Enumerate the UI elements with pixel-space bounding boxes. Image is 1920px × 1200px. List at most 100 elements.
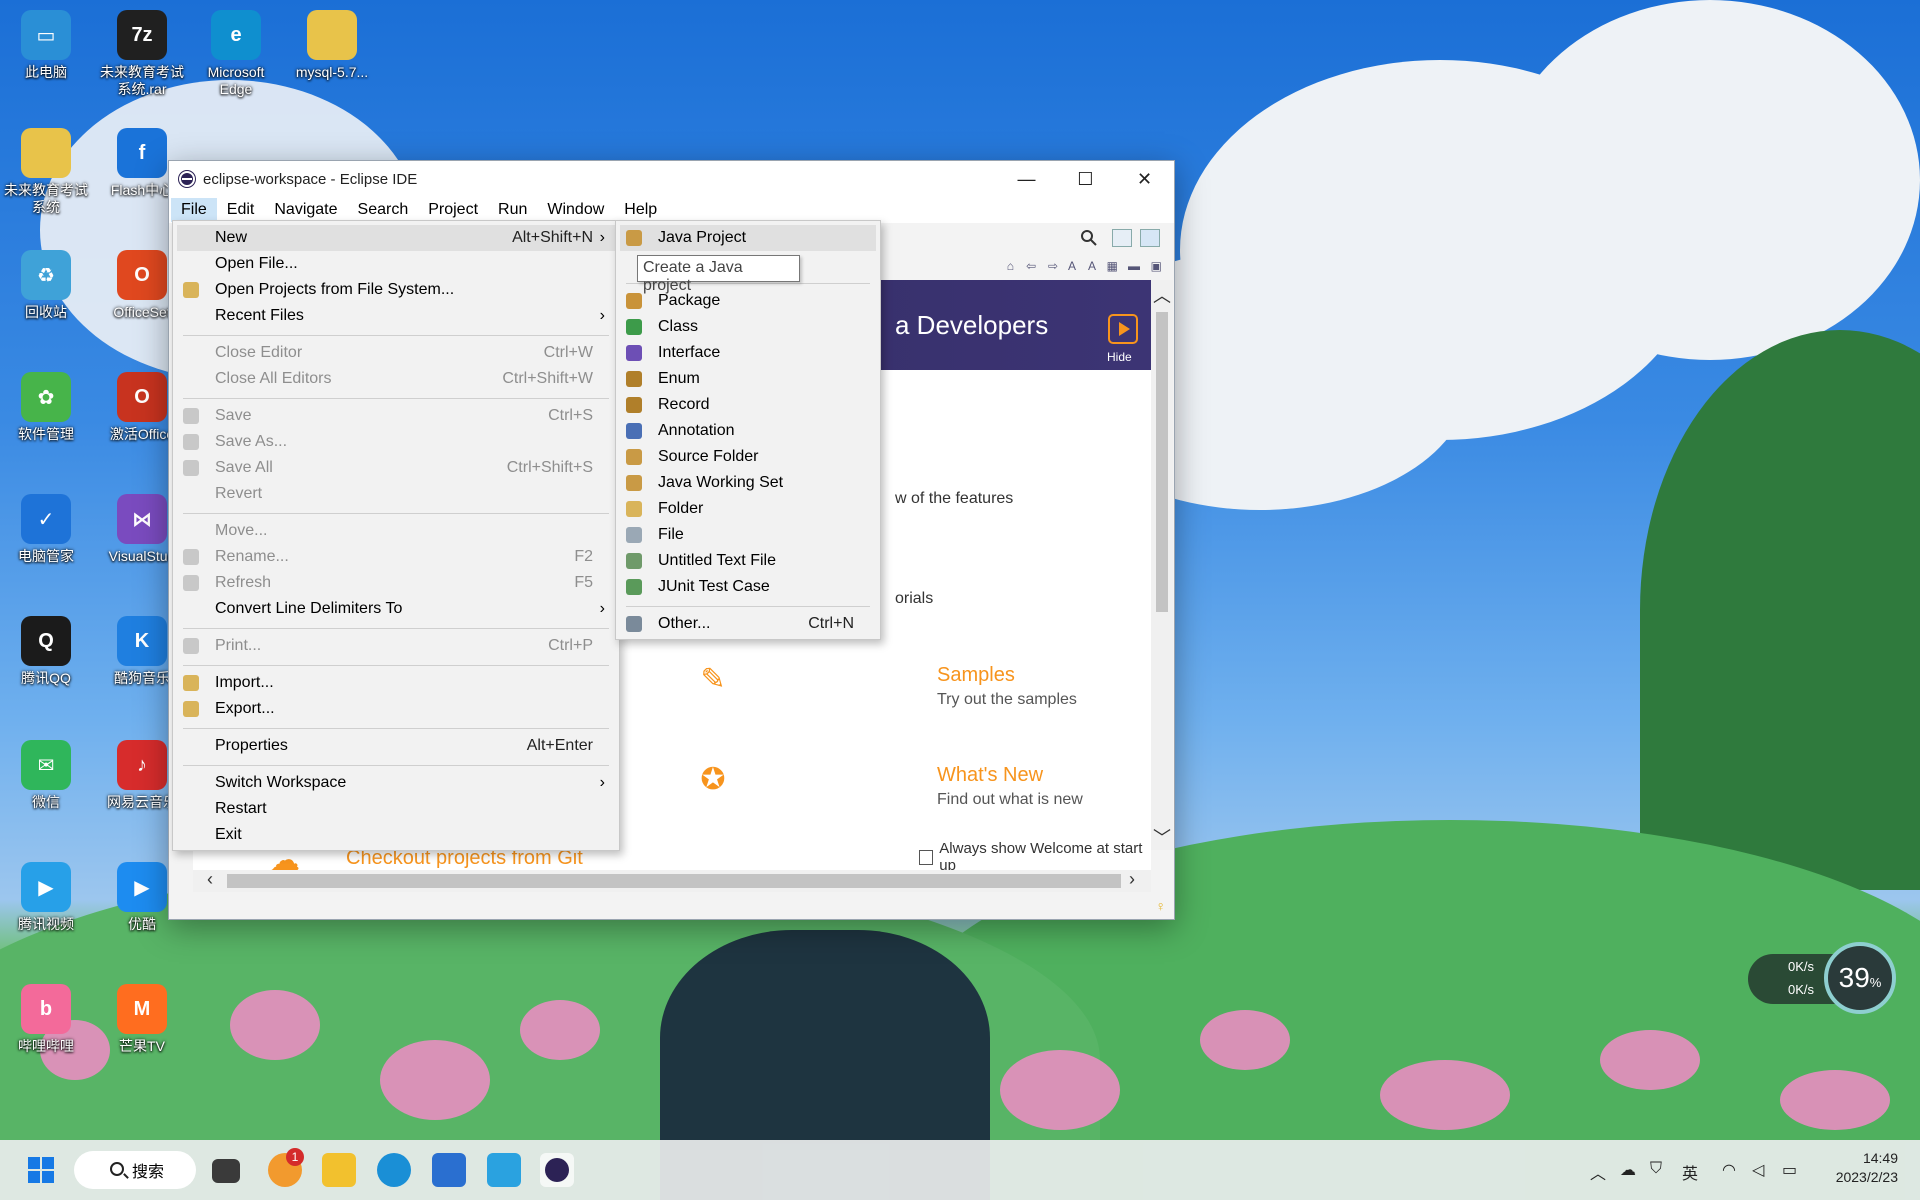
search-icon[interactable] (1080, 229, 1098, 247)
menu-item-other[interactable]: Other... Ctrl+N (620, 611, 876, 637)
scroll-down-icon[interactable]: ﹀ (1153, 824, 1171, 850)
scroll-left-icon[interactable]: ‹ (207, 869, 213, 890)
cloud-icon[interactable]: ☁ (1620, 1160, 1636, 1180)
horizontal-scrollbar[interactable]: ‹ › (193, 869, 1151, 892)
eclipse-taskbar-icon[interactable] (540, 1153, 574, 1187)
scroll-right-icon[interactable]: › (1129, 869, 1135, 890)
menu-item-open-projects-from-file-system[interactable]: Open Projects from File System... (177, 277, 615, 303)
star-icon[interactable]: ✪ (695, 762, 731, 798)
desktop-icon[interactable]: b 哔哩哔哩 (0, 984, 92, 1055)
desktop-icon[interactable]: ♻ 回收站 (0, 250, 92, 321)
desktop-icon-label: 回收站 (25, 304, 67, 320)
menu-search[interactable]: Search (348, 198, 419, 222)
desktop-icon[interactable]: ▭ 此电脑 (0, 10, 92, 81)
view-minimize-icon[interactable]: ▬ (1128, 259, 1140, 273)
desktop-icon[interactable]: ✓ 电脑管家 (0, 494, 92, 565)
menu-run[interactable]: Run (488, 198, 537, 222)
menu-item-import[interactable]: Import... (177, 670, 615, 696)
clock[interactable]: 14:49 2023/2/23 (1818, 1149, 1898, 1187)
maximize-button[interactable]: ☐ (1056, 161, 1115, 197)
menu-edit[interactable]: Edit (217, 198, 265, 222)
menu-item-properties[interactable]: Properties Alt+Enter (177, 733, 615, 759)
horizontal-scroll-thumb[interactable] (227, 874, 1121, 888)
store-icon[interactable] (432, 1153, 466, 1187)
desktop-icon[interactable]: 未来教育考试系统 (0, 128, 92, 216)
scroll-up-icon[interactable]: ︿ (1153, 282, 1171, 308)
samples-link[interactable]: Samples (937, 664, 1015, 687)
app-icon: f (117, 128, 167, 178)
magic-wand-icon[interactable]: ✎ (695, 662, 731, 698)
customize-page-icon[interactable]: ▦ (1107, 259, 1118, 273)
hide-icon[interactable] (1108, 314, 1138, 344)
hide-label[interactable]: Hide (1107, 350, 1132, 364)
menu-item-enum[interactable]: Enum (620, 366, 876, 392)
vertical-scrollbar[interactable]: ︿ ﹀ (1151, 280, 1173, 850)
title-bar[interactable]: eclipse-workspace - Eclipse IDE — ☐ ✕ (169, 161, 1174, 197)
desktop-icon[interactable]: 7z 未来教育考试系统.rar (96, 10, 188, 98)
wallpaper-flower (1600, 1030, 1700, 1090)
battery-icon[interactable]: ▭ (1782, 1160, 1797, 1180)
desktop-icon[interactable]: ▶ 腾讯视频 (0, 862, 92, 933)
forward-icon[interactable]: ⇨ (1048, 259, 1058, 273)
menu-item-java-project[interactable]: Java Project (620, 225, 876, 251)
shield-icon[interactable]: ⛉ (1650, 1160, 1662, 1178)
close-button[interactable]: ✕ (1115, 161, 1174, 197)
start-button[interactable] (28, 1157, 54, 1183)
menu-item-record[interactable]: Record (620, 392, 876, 418)
volume-icon[interactable]: ◁ (1752, 1160, 1764, 1180)
menu-help[interactable]: Help (614, 198, 667, 222)
whats-new-link[interactable]: What's New (937, 764, 1043, 787)
menu-item-export[interactable]: Export... (177, 696, 615, 722)
always-show-checkbox[interactable] (919, 849, 934, 865)
menu-item-junit-test-case[interactable]: JUnit Test Case (620, 574, 876, 600)
menu-item-label: Java Working Set (658, 474, 784, 491)
desktop-icon[interactable]: ✉ 微信 (0, 740, 92, 811)
menu-item-restart[interactable]: Restart (177, 796, 615, 822)
open-perspective-icon[interactable] (1112, 229, 1132, 247)
menu-item-new[interactable]: New Alt+Shift+N › (177, 225, 615, 251)
menu-item-annotation[interactable]: Annotation (620, 418, 876, 444)
menu-item-folder[interactable]: Folder (620, 496, 876, 522)
search-box[interactable]: 搜索 (74, 1151, 196, 1189)
home-icon[interactable]: ⌂ (1007, 259, 1014, 273)
always-show-welcome[interactable]: Always show Welcome at start up (919, 840, 1151, 870)
menu-item-java-working-set[interactable]: Java Working Set (620, 470, 876, 496)
lightbulb-icon[interactable]: ♀ (1156, 898, 1167, 914)
desktop-icon-label: mysql-5.7... (295, 64, 369, 80)
back-icon[interactable]: ⇦ (1026, 259, 1036, 273)
desktop-icon[interactable]: M 芒果TV (96, 984, 188, 1055)
minimize-button[interactable]: — (997, 161, 1056, 197)
menu-item-switch-workspace[interactable]: Switch Workspace › (177, 770, 615, 796)
view-maximize-icon[interactable]: ▣ (1151, 259, 1162, 273)
menu-item-exit[interactable]: Exit (177, 822, 615, 848)
menu-item-convert-line-delimiters-to[interactable]: Convert Line Delimiters To › (177, 596, 615, 622)
java-perspective-icon[interactable] (1140, 229, 1160, 247)
vertical-scroll-thumb[interactable] (1156, 312, 1168, 612)
desktop-icon[interactable]: e Microsoft Edge (190, 10, 282, 98)
wifi-icon[interactable]: ◠ (1722, 1160, 1736, 1180)
input-method[interactable]: 英 (1682, 1160, 1698, 1184)
menu-window[interactable]: Window (537, 198, 614, 222)
menu-navigate[interactable]: Navigate (264, 198, 347, 222)
desktop-icon[interactable]: ✿ 软件管理 (0, 372, 92, 443)
menu-item-interface[interactable]: Interface (620, 340, 876, 366)
edge-icon[interactable] (377, 1153, 411, 1187)
menu-project[interactable]: Project (418, 198, 488, 222)
menu-item-recent-files[interactable]: Recent Files › (177, 303, 615, 329)
menu-item-untitled-text-file[interactable]: Untitled Text File (620, 548, 876, 574)
app-icon: b (21, 984, 71, 1034)
file-explorer-icon[interactable] (322, 1153, 356, 1187)
decrease-font-icon[interactable]: A (1068, 259, 1076, 273)
increase-font-icon[interactable]: A (1088, 259, 1096, 273)
menu-item-file[interactable]: File (620, 522, 876, 548)
task-view-icon[interactable] (212, 1159, 240, 1183)
desktop-icon[interactable]: mysql-5.7... (286, 10, 378, 81)
menu-item-source-folder[interactable]: Source Folder (620, 444, 876, 470)
menu-file[interactable]: File (171, 198, 217, 222)
photos-icon[interactable] (487, 1153, 521, 1187)
show-hidden-icons-icon[interactable]: ︿ (1590, 1160, 1606, 1184)
desktop-icon[interactable]: Q 腾讯QQ (0, 616, 92, 687)
menu-item-open-file[interactable]: Open File... (177, 251, 615, 277)
menu-item-class[interactable]: Class (620, 314, 876, 340)
network-speed-widget[interactable]: 0K/s 0K/s 39% (1748, 942, 1896, 1014)
